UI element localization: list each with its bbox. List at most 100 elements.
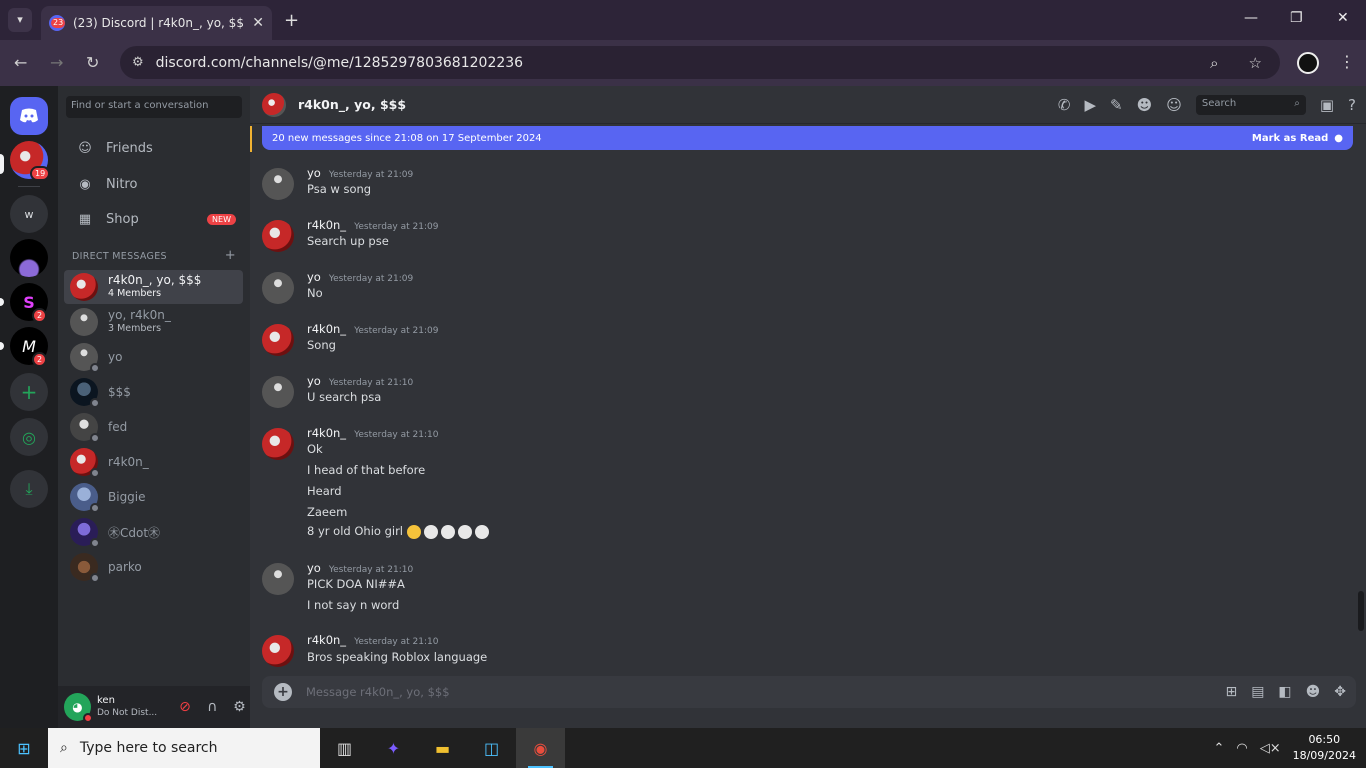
guild-purple[interactable]: [10, 239, 48, 277]
settings-gear-icon[interactable]: ⚙: [229, 699, 250, 715]
chrome-menu-icon[interactable]: ⋮: [1339, 52, 1355, 71]
author-avatar[interactable]: [262, 563, 294, 595]
message-author[interactable]: yo: [307, 270, 321, 284]
add-friends-icon[interactable]: ☻: [1137, 96, 1153, 114]
guild-badge: 2: [32, 352, 48, 367]
message-author[interactable]: r4k0n_: [307, 426, 346, 440]
gif-icon[interactable]: ▤: [1251, 684, 1264, 700]
message-time: Yesterday at 21:09: [328, 170, 414, 180]
group-avatar: [70, 308, 98, 336]
windows-start-icon[interactable]: ⊞: [0, 728, 48, 768]
explore-compass-icon[interactable]: ◎: [10, 418, 48, 456]
pinned-messages-icon[interactable]: ✎: [1110, 96, 1123, 114]
zoom-icon[interactable]: ⌕: [1210, 54, 1218, 72]
inbox-icon[interactable]: ▣: [1320, 96, 1334, 114]
attach-plus-icon[interactable]: +: [274, 683, 292, 701]
dm-item-yo[interactable]: yo: [64, 340, 243, 374]
system-clock[interactable]: 06:50 18/09/2024: [1293, 732, 1356, 764]
message-author[interactable]: r4k0n_: [307, 218, 346, 232]
dm-item-cdot[interactable]: ㊍Cdot㊍: [64, 515, 243, 549]
add-server-icon[interactable]: +: [10, 373, 48, 411]
message-composer: + ⊞ ▤ ◧ ☻ ✥: [262, 676, 1356, 708]
channel-title[interactable]: r4k0n_, yo, $$$: [298, 97, 406, 112]
guild-w[interactable]: w: [10, 195, 48, 233]
profile-avatar[interactable]: [1297, 52, 1319, 74]
message-author[interactable]: yo: [307, 166, 321, 180]
guild-divider: [18, 186, 40, 187]
nav-nitro[interactable]: ◉ Nitro: [66, 168, 242, 200]
dm-item-group-1[interactable]: r4k0n_, yo, $$$ 4 Members: [64, 270, 243, 304]
message-author[interactable]: r4k0n_: [307, 633, 346, 647]
message-text: Zaeem: [307, 505, 348, 519]
headphones-icon[interactable]: ∩: [202, 699, 223, 715]
close-window-button[interactable]: ✕: [1337, 10, 1349, 26]
sticker-icon[interactable]: ◧: [1278, 684, 1291, 700]
copilot-icon[interactable]: ✦: [369, 728, 418, 768]
bookmark-star-icon[interactable]: ☆: [1249, 54, 1262, 72]
file-explorer-icon[interactable]: ▬: [418, 728, 467, 768]
author-avatar[interactable]: [262, 376, 294, 408]
task-view-icon[interactable]: ▥: [320, 728, 369, 768]
video-call-icon[interactable]: ▶: [1084, 96, 1096, 114]
nav-shop[interactable]: ▦ Shop NEW: [66, 203, 242, 235]
nav-friends[interactable]: ☺ Friends: [66, 132, 242, 164]
browser-tab-discord[interactable]: 23 (23) Discord | r4k0n_, yo, $$$ ✕: [41, 6, 272, 40]
dm-members: 4 Members: [108, 288, 162, 299]
forward-button[interactable]: →: [50, 53, 63, 72]
gift-icon[interactable]: ⊞: [1225, 684, 1237, 700]
tab-search-dropdown[interactable]: ▾: [8, 8, 32, 32]
back-button[interactable]: ←: [14, 53, 27, 72]
guild-badge: 2: [32, 308, 48, 323]
search-placeholder: Search: [1201, 98, 1237, 109]
message-input[interactable]: [306, 685, 1226, 699]
address-bar[interactable]: ⚙ discord.com/channels/@me/1285297803681…: [120, 46, 1280, 79]
message-time: Yesterday at 21:09: [328, 274, 414, 284]
tray-chevron-icon[interactable]: ⌃: [1213, 741, 1224, 756]
new-messages-bar[interactable]: 20 new messages since 21:08 on 17 Septem…: [262, 126, 1353, 150]
author-avatar[interactable]: [262, 220, 294, 252]
status-dot: [90, 398, 100, 408]
author-avatar[interactable]: [262, 635, 294, 667]
dm-item-fed[interactable]: fed: [64, 410, 243, 444]
chrome-icon[interactable]: ◉: [516, 728, 565, 768]
microsoft-store-icon[interactable]: ◫: [467, 728, 516, 768]
voice-call-icon[interactable]: ✆: [1058, 96, 1071, 114]
member-list-icon[interactable]: ☺: [1166, 96, 1182, 114]
user-avatar[interactable]: ◕: [64, 693, 93, 723]
site-info-icon[interactable]: ⚙: [132, 55, 144, 70]
download-icon[interactable]: ⤓: [10, 470, 48, 508]
chat-scrollbar[interactable]: [1358, 591, 1364, 631]
new-tab-button[interactable]: +: [284, 10, 299, 31]
message-author[interactable]: r4k0n_: [307, 322, 346, 336]
mark-as-read-button[interactable]: Mark as Read: [1252, 133, 1328, 144]
server-list: 19 w S 2 M 2 + ◎ ⤓: [0, 86, 58, 728]
discord-home-icon[interactable]: [10, 97, 48, 135]
minimize-window-button[interactable]: —: [1244, 10, 1258, 26]
discord-logo-icon: [20, 108, 38, 123]
author-avatar[interactable]: [262, 272, 294, 304]
create-dm-icon[interactable]: +: [225, 249, 236, 262]
mute-mic-icon[interactable]: ⊘: [174, 699, 195, 715]
author-avatar[interactable]: [262, 428, 294, 460]
dm-item-parko[interactable]: parko: [64, 550, 243, 584]
message-author[interactable]: yo: [307, 374, 321, 388]
emoji-icon[interactable]: ☻: [1306, 684, 1321, 700]
message-author[interactable]: yo: [307, 561, 321, 575]
restore-window-button[interactable]: ❐: [1290, 10, 1303, 26]
help-icon[interactable]: ?: [1348, 96, 1356, 114]
dm-item-r4k0n[interactable]: r4k0n_: [64, 445, 243, 479]
find-conversation-input[interactable]: Find or start a conversation: [66, 96, 242, 118]
dm-item-group-2[interactable]: yo, r4k0n_ 3 Members: [64, 305, 243, 339]
dm-item-money[interactable]: $$$: [64, 375, 243, 409]
close-tab-icon[interactable]: ✕: [252, 15, 264, 31]
network-icon[interactable]: ◠: [1236, 741, 1247, 756]
channel-search-input[interactable]: Search ⌕: [1195, 95, 1306, 115]
volume-muted-icon[interactable]: ◁×: [1260, 741, 1281, 756]
reload-button[interactable]: ↻: [86, 53, 99, 72]
taskbar-search[interactable]: ⌕ Type here to search: [48, 728, 320, 768]
author-avatar[interactable]: [262, 324, 294, 356]
apps-icon[interactable]: ✥: [1334, 684, 1346, 700]
dm-item-biggie[interactable]: Biggie: [64, 480, 243, 514]
author-avatar[interactable]: [262, 168, 294, 200]
dm-sidebar: Find or start a conversation ☺ Friends ◉ N…: [58, 86, 250, 728]
